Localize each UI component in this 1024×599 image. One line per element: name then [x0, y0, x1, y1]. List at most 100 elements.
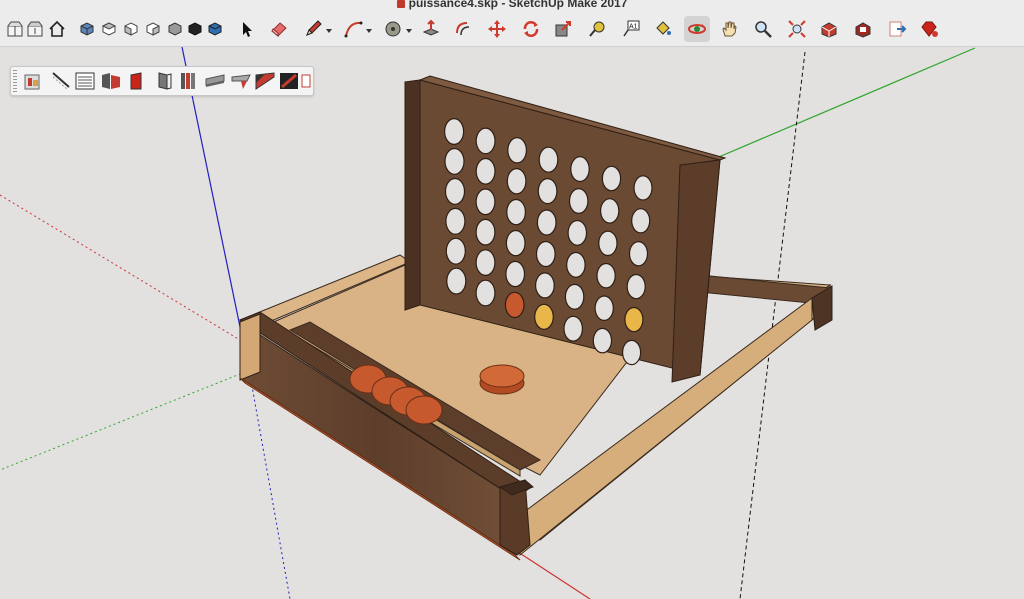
- right-view-icon: [146, 22, 160, 36]
- extension-button[interactable]: [277, 69, 301, 93]
- move-tool-button[interactable]: [484, 16, 510, 42]
- eraser-icon: [271, 22, 287, 38]
- grid-hole: [446, 267, 467, 295]
- shaded-textures-icon: [158, 72, 172, 90]
- depth-cue-icon: [255, 72, 275, 90]
- eraser-tool-button[interactable]: [266, 16, 292, 42]
- extension-warehouse-icon: [855, 22, 871, 38]
- green-axis: [699, 47, 976, 166]
- scene-canvas[interactable]: [0, 47, 1024, 599]
- hidden-line-icon: [102, 73, 120, 89]
- arc-tool-button[interactable]: [340, 16, 366, 42]
- window-title-wrap: puissance4.skp - SketchUp Make 2017: [0, 0, 1024, 10]
- monochrome-icon: [181, 73, 195, 89]
- grid-hole: [507, 137, 527, 164]
- grid-hole: [475, 218, 496, 246]
- red-axis-hidden: [0, 194, 241, 341]
- zoom-icon: [755, 21, 772, 38]
- grid-hole: [631, 208, 651, 234]
- grid-hole: [506, 198, 526, 226]
- grid-hole: [628, 240, 649, 267]
- wireframe-button[interactable]: [73, 69, 97, 93]
- grid-hole: [475, 157, 496, 185]
- shaded-textures-button[interactable]: [153, 69, 177, 93]
- grid-hole: [537, 178, 558, 205]
- text-icon: A1: [623, 20, 640, 37]
- back-edges-button[interactable]: [49, 69, 73, 93]
- back-edges-icon: [52, 72, 70, 90]
- endpoints-button[interactable]: [301, 69, 311, 93]
- placed-token: [504, 291, 525, 319]
- zoom-tool-button[interactable]: [750, 16, 776, 42]
- home-button[interactable]: [44, 16, 70, 42]
- orbit-tool-button[interactable]: [684, 16, 710, 42]
- pan-icon: [722, 21, 737, 37]
- push-pull-icon: [422, 19, 440, 36]
- grid-hole: [621, 339, 642, 366]
- grid-hole: [506, 167, 527, 195]
- zoom-extents-tool-button[interactable]: [784, 16, 810, 42]
- pan-tool-button[interactable]: [716, 16, 742, 42]
- tape-measure-icon: [589, 21, 605, 37]
- grid-hole: [601, 165, 622, 192]
- green-axis-hidden: [0, 369, 251, 471]
- grid-hole: [566, 251, 586, 278]
- shapes-icon: [385, 21, 401, 37]
- grid-hole: [444, 117, 465, 145]
- home-icon: [49, 20, 65, 37]
- tape-measure-tool-button[interactable]: [584, 16, 610, 42]
- iso-view-icon: [80, 22, 94, 36]
- move-icon: [488, 20, 506, 38]
- main-toolbar: A1: [0, 12, 1024, 47]
- ruby-console-button[interactable]: [916, 16, 942, 42]
- paint-bucket-tool-button[interactable]: [650, 16, 676, 42]
- shapes-menu-caret[interactable]: [406, 29, 412, 33]
- depth-cue-button[interactable]: [253, 69, 277, 93]
- select-tool-button[interactable]: [234, 16, 260, 42]
- grid-hole: [475, 249, 496, 277]
- pencil-icon: [306, 20, 322, 36]
- scale-icon: [555, 21, 571, 37]
- pencil-menu-caret[interactable]: [326, 29, 332, 33]
- modeling-viewport[interactable]: [0, 47, 1024, 599]
- shapes-tool-button[interactable]: [380, 16, 406, 42]
- monochrome-button[interactable]: [177, 69, 201, 93]
- grid-hole: [570, 156, 590, 183]
- text-tool-button[interactable]: A1: [618, 16, 644, 42]
- scale-tool-button[interactable]: [550, 16, 576, 42]
- pencil-tool-button[interactable]: [300, 16, 326, 42]
- edge-style-button[interactable]: [203, 69, 227, 93]
- shaded-button[interactable]: [125, 69, 149, 93]
- grid-hole: [626, 273, 646, 300]
- rotate-tool-button[interactable]: [518, 16, 544, 42]
- arc-menu-caret[interactable]: [366, 29, 372, 33]
- offset-tool-button[interactable]: [450, 16, 476, 42]
- grid-hole: [535, 240, 556, 268]
- profiles-button[interactable]: [229, 69, 253, 93]
- warehouse-button[interactable]: [816, 16, 842, 42]
- push-pull-tool-button[interactable]: [418, 16, 444, 42]
- grid-hole: [596, 262, 616, 289]
- endpoints-icon: [301, 74, 311, 88]
- profiles-icon: [231, 74, 251, 89]
- grid-hole: [536, 209, 557, 236]
- styles-toolbar-palette: [10, 66, 314, 96]
- xray-icon: [24, 74, 40, 90]
- bottom-view-icon: [208, 22, 222, 36]
- grid-hole: [564, 283, 585, 310]
- grid-hole: [633, 175, 653, 201]
- orbit-icon: [688, 24, 706, 34]
- xray-button[interactable]: [21, 69, 45, 93]
- hidden-line-button[interactable]: [99, 69, 123, 93]
- grid-hole: [445, 207, 466, 235]
- extension-warehouse-button[interactable]: [850, 16, 876, 42]
- share-model-icon: [27, 21, 43, 37]
- grid-hole: [535, 272, 555, 299]
- palette-grip[interactable]: [13, 70, 17, 92]
- bottom-view-button[interactable]: [202, 16, 228, 42]
- svg-text:A1: A1: [629, 24, 638, 31]
- grid-hole: [594, 295, 614, 321]
- grid-hole: [592, 327, 613, 354]
- layout-send-button[interactable]: [884, 16, 910, 42]
- loose-token[interactable]: [479, 364, 525, 395]
